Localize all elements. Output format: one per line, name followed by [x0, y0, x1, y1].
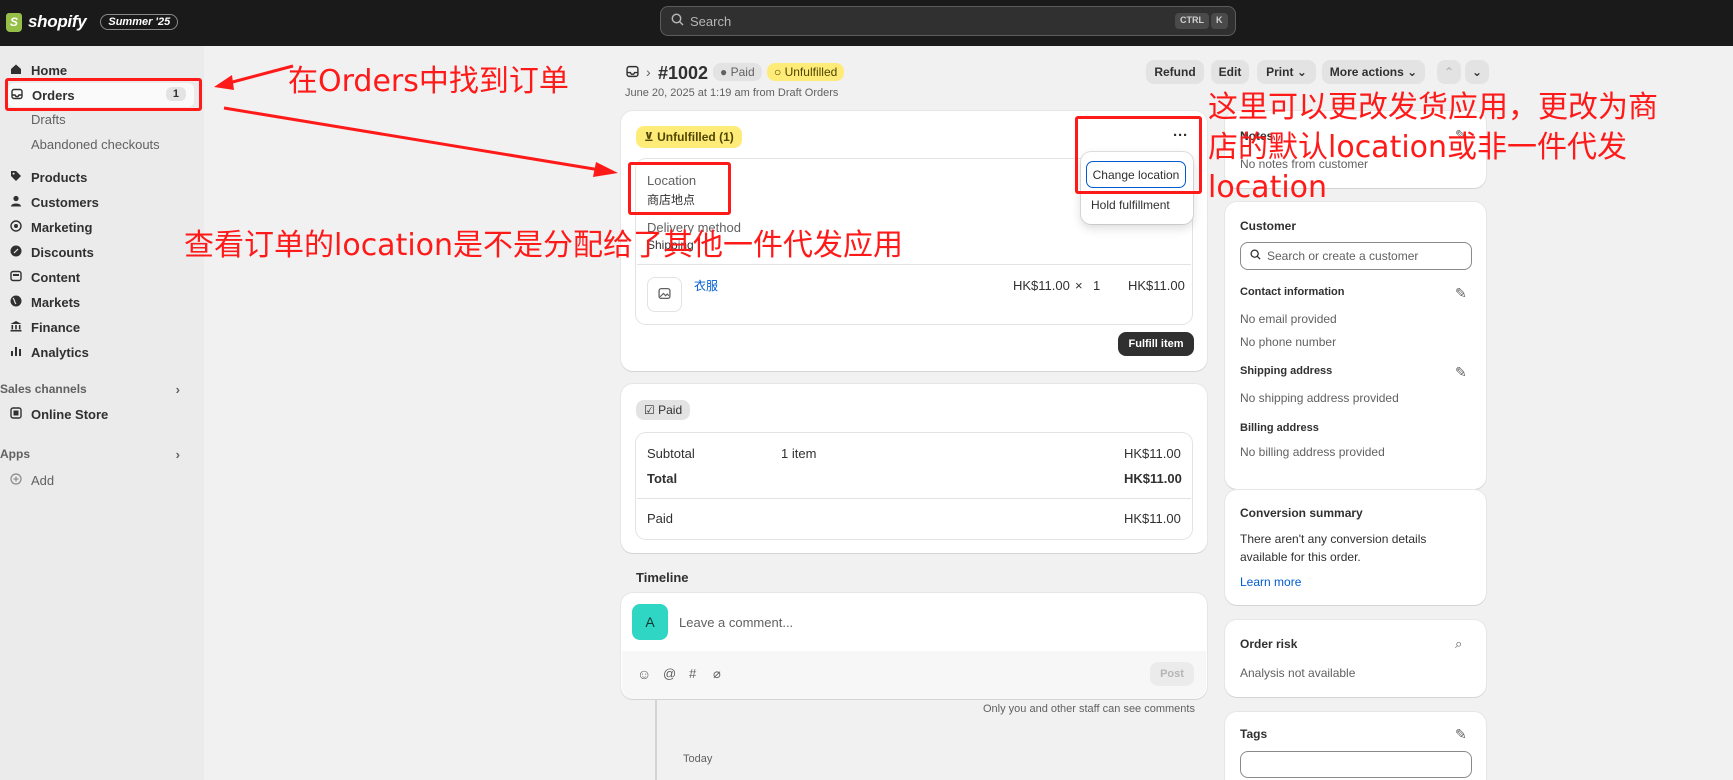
- change-annotation-line-2: 店的默认location或非一件代发: [1208, 130, 1628, 165]
- arrow-head-orders: [214, 75, 234, 90]
- arrow-to-location: [223, 106, 601, 172]
- location-annotation: 查看订单的location是不是分配给了其他一件代发应用: [184, 228, 904, 263]
- change-annotation-line-3: location: [1208, 170, 1328, 205]
- arrow-head-location: [593, 162, 618, 177]
- orders-annotation: 在Orders中找到订单: [288, 64, 569, 99]
- change-annotation-line-1: 这里可以更改发货应用，更改为商: [1208, 90, 1658, 125]
- arrow-to-orders: [224, 64, 294, 86]
